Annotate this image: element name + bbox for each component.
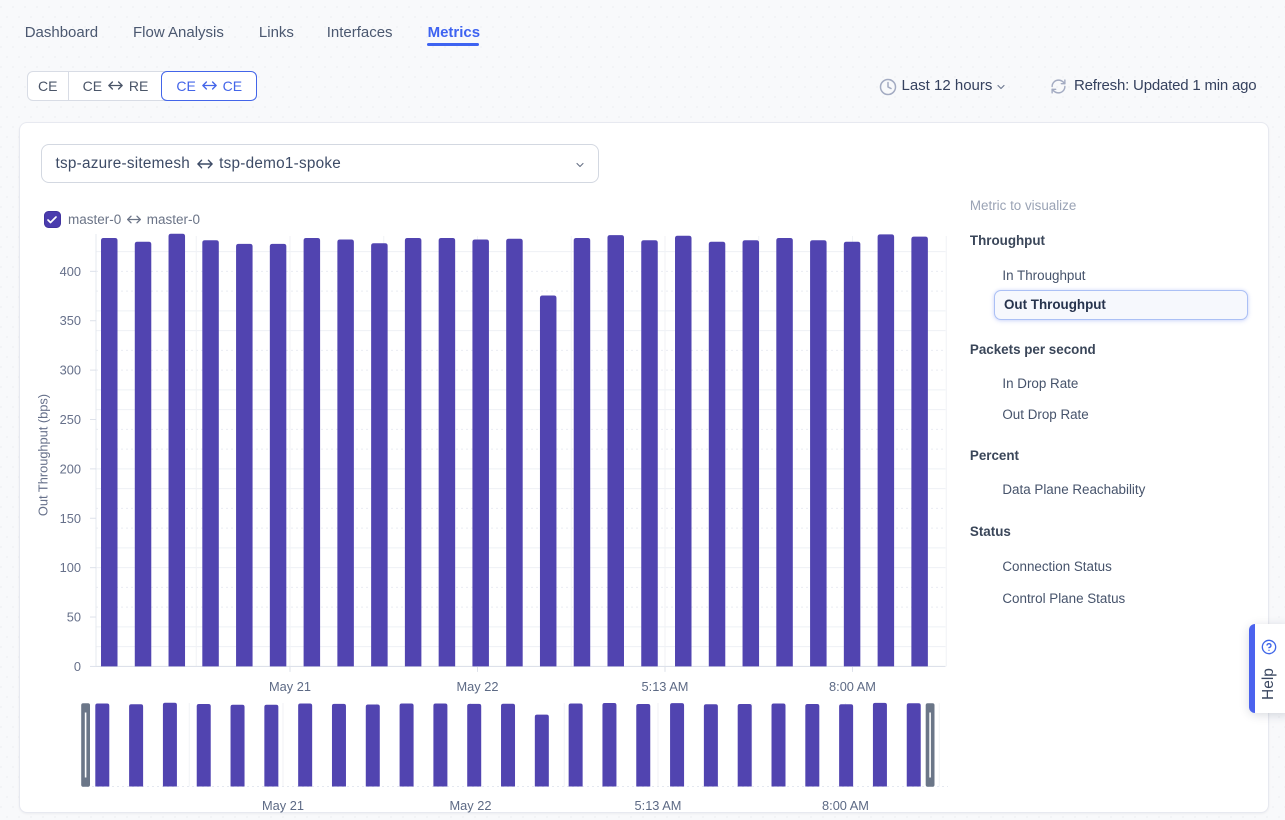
svg-text:Out Throughput (bps): Out Throughput (bps) [36, 394, 51, 516]
svg-text:May 21: May 21 [262, 798, 304, 813]
svg-text:350: 350 [60, 313, 81, 328]
svg-text:300: 300 [60, 363, 81, 378]
svg-text:8:00 AM: 8:00 AM [829, 679, 876, 694]
svg-text:May 22: May 22 [450, 798, 492, 813]
svg-text:100: 100 [60, 560, 81, 575]
svg-text:5:13 AM: 5:13 AM [642, 679, 689, 694]
svg-text:0: 0 [74, 659, 81, 674]
svg-text:250: 250 [60, 412, 81, 427]
svg-text:150: 150 [60, 511, 81, 526]
svg-text:May 22: May 22 [457, 679, 499, 694]
svg-text:400: 400 [60, 264, 81, 279]
svg-text:May 21: May 21 [269, 679, 311, 694]
svg-text:5:13 AM: 5:13 AM [635, 798, 682, 813]
svg-text:50: 50 [67, 610, 81, 625]
svg-text:8:00 AM: 8:00 AM [822, 798, 869, 813]
svg-text:200: 200 [60, 461, 81, 476]
